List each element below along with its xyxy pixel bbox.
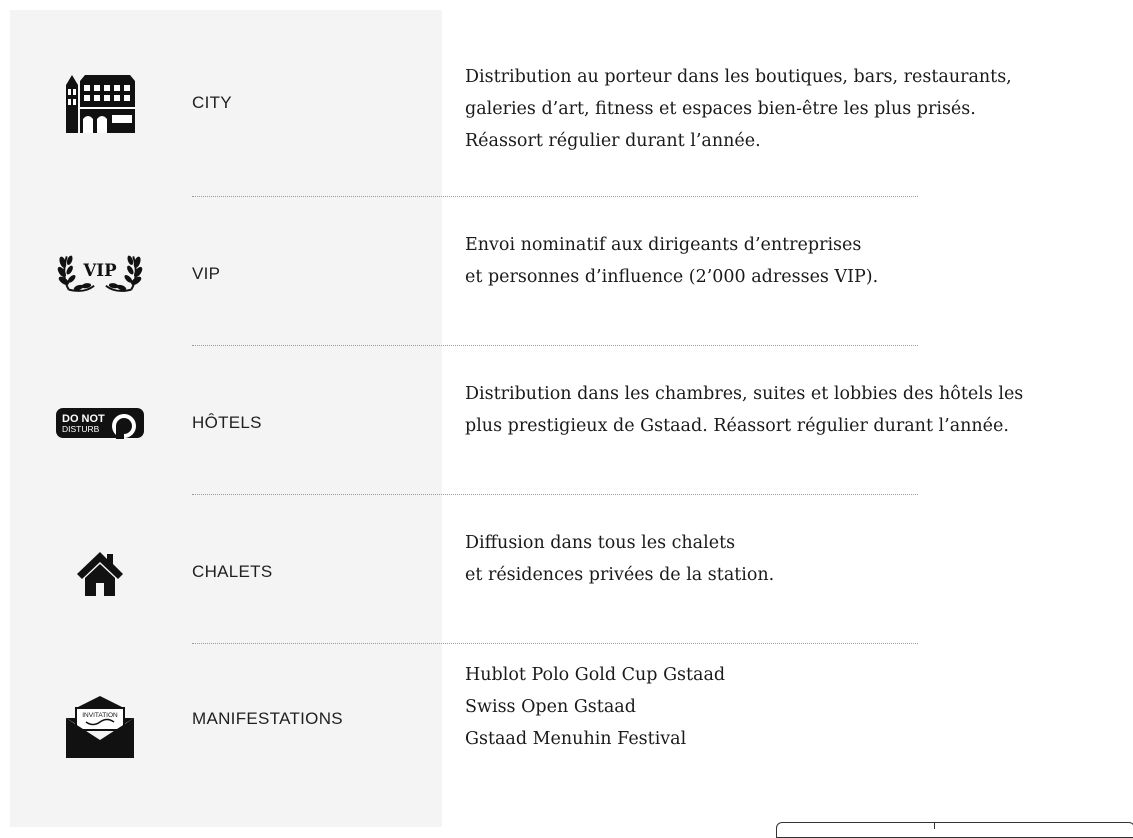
- dotted-divider: [192, 643, 918, 644]
- category-description-chalets: Diffusion dans tous les chalets et résid…: [465, 527, 774, 591]
- category-label-city: CITY: [192, 93, 232, 112]
- dotted-divider: [192, 196, 918, 197]
- description-line: Swiss Open Gstaad: [465, 697, 636, 717]
- description-line: Réassort régulier durant l’année.: [465, 131, 761, 151]
- category-label-chalets: CHALETS: [192, 562, 273, 581]
- category-label-manifestations: MANIFESTATIONS: [192, 709, 343, 728]
- do-not-disturb-icon: DO NOT DISTURB: [55, 406, 145, 440]
- bottom-bar-separator: [934, 823, 935, 829]
- house-icon: [55, 548, 145, 598]
- description-line: Diffusion dans tous les chalets: [465, 533, 736, 553]
- bottom-bar-widget[interactable]: [776, 822, 1133, 838]
- description-line: Distribution au porteur dans les boutiqu…: [465, 67, 1012, 87]
- description-line: et résidences privées de la station.: [465, 565, 775, 585]
- vip-icon-text: VIP: [82, 260, 117, 280]
- invitation-text: INVITATION: [82, 712, 118, 719]
- dotted-divider: [192, 494, 918, 495]
- description-line: plus prestigieux de Gstaad. Réassort rég…: [465, 416, 1009, 436]
- description-line: et personnes d’influence (2’000 adresses…: [465, 267, 879, 287]
- category-description-city: Distribution au porteur dans les boutiqu…: [465, 61, 1012, 157]
- description-line: Distribution dans les chambres, suites e…: [465, 384, 1024, 404]
- category-label-vip: VIP: [192, 264, 221, 283]
- description-line: Hublot Polo Gold Cup Gstaad: [465, 665, 726, 685]
- building-icon: [55, 70, 145, 134]
- dotted-divider: [192, 345, 918, 346]
- dnd-text-bottom: DISTURB: [62, 424, 100, 434]
- invitation-envelope-icon: INVITATION: [55, 696, 145, 758]
- category-label-hotels: HÔTELS: [192, 413, 262, 432]
- description-line: Envoi nominatif aux dirigeants d’entrepr…: [465, 235, 862, 255]
- category-description-vip: Envoi nominatif aux dirigeants d’entrepr…: [465, 229, 878, 293]
- vip-laurel-icon: VIP: [55, 248, 145, 298]
- category-description-manifestations: Hublot Polo Gold Cup Gstaad Swiss Open G…: [465, 659, 725, 755]
- category-description-hotels: Distribution dans les chambres, suites e…: [465, 378, 1023, 442]
- description-line: Gstaad Menuhin Festival: [465, 729, 687, 749]
- description-line: galeries d’art, fitness et espaces bien-…: [465, 99, 976, 119]
